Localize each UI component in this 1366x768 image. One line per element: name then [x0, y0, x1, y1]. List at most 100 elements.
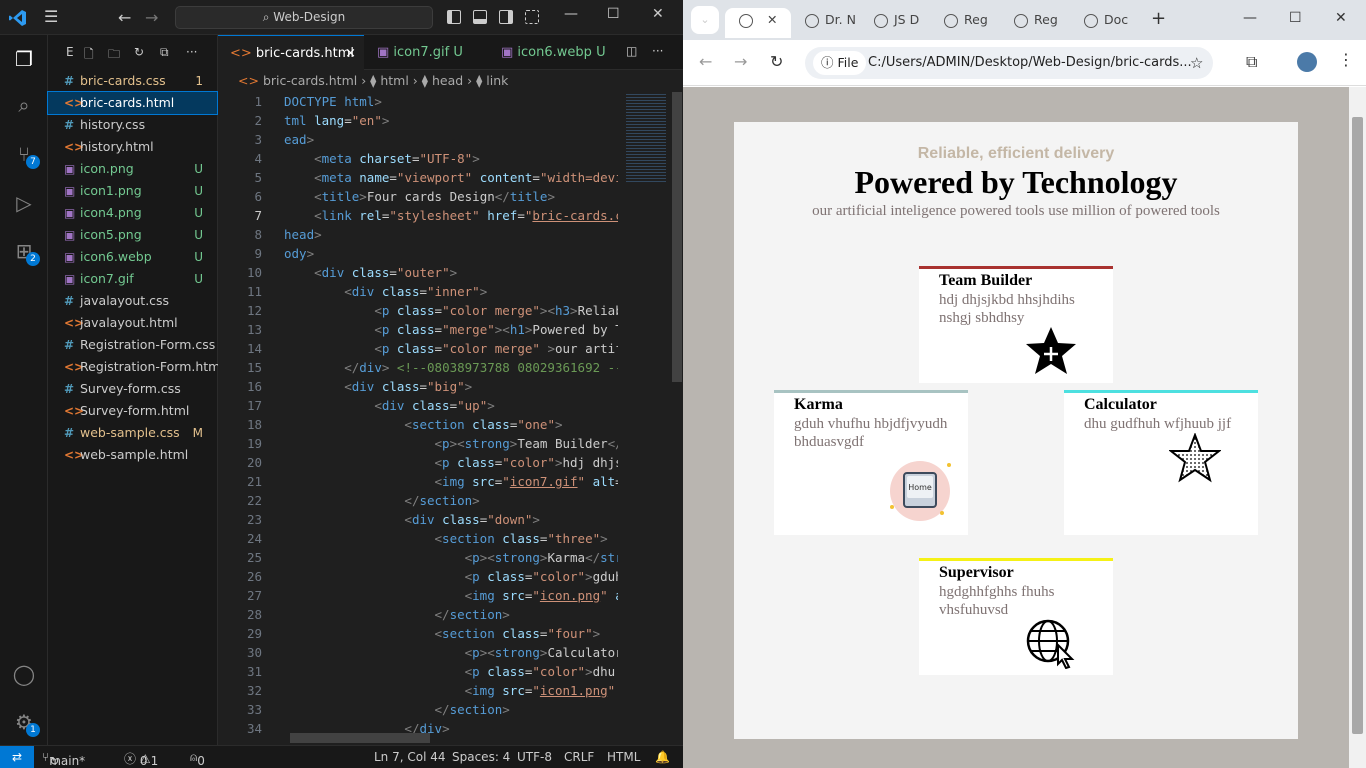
more-actions-icon[interactable]: ···	[186, 45, 197, 59]
ports-indicator[interactable]: ⍝ 0	[190, 750, 205, 768]
breadcrumb: <> bric-cards.html › ⧫ html › ⧫ head › ⧫…	[238, 73, 509, 88]
address-bar[interactable]: ⓘ File C:/Users/ADMIN/Desktop/Web-Design…	[805, 47, 1213, 79]
reload-icon[interactable]: ↻	[770, 52, 783, 71]
file-item[interactable]: ▣ icon6.webp U	[48, 246, 217, 268]
maximize-icon[interactable]: ☐	[1289, 10, 1302, 26]
notifications-bell-icon[interactable]: 🔔	[655, 750, 670, 764]
file-item[interactable]: # Registration-Form.css	[48, 334, 217, 356]
cursor-position[interactable]: Ln 7, Col 44	[374, 750, 446, 764]
globe-icon	[1014, 13, 1028, 28]
file-item[interactable]: ▣ icon1.png U	[48, 180, 217, 202]
menu-icon[interactable]: ☰	[44, 9, 64, 25]
file-item[interactable]: <>bric-cards.html	[47, 91, 218, 115]
breadcrumb-html[interactable]: html	[380, 73, 408, 88]
new-tab-icon[interactable]: +	[1151, 8, 1166, 29]
browser-tab-4[interactable]: Reg	[1014, 8, 1058, 38]
file-item[interactable]: ▣ icon.png U	[48, 158, 217, 180]
file-item[interactable]: ▣ icon4.png U	[48, 202, 217, 224]
minimize-icon[interactable]: —	[564, 6, 578, 22]
tab-close-icon[interactable]: ×	[345, 36, 356, 71]
breadcrumb-file[interactable]: bric-cards.html	[263, 73, 357, 88]
file-item[interactable]: <>web-sample.html	[48, 444, 217, 466]
source-control-icon[interactable]: ⑂ 7	[12, 142, 40, 169]
tab-icon7-gif[interactable]: ▣ icon7.gif U	[365, 35, 487, 70]
file-name: web-sample.css	[80, 425, 180, 440]
minimize-icon[interactable]: —	[1243, 10, 1257, 26]
run-debug-icon[interactable]: ▷	[12, 191, 36, 215]
file-item[interactable]: # history.css	[48, 114, 217, 136]
explorer-title: E	[66, 45, 74, 59]
file-item[interactable]: # bric-cards.css 1	[48, 70, 217, 92]
code-line: <meta charset="UTF-8">	[314, 151, 480, 166]
refresh-icon[interactable]: ↻	[134, 45, 144, 59]
maximize-icon[interactable]: ☐	[607, 6, 620, 22]
back-arrow-icon[interactable]: ←	[699, 52, 712, 71]
file-name: web-sample.html	[80, 447, 189, 462]
encoding[interactable]: UTF-8	[517, 750, 552, 764]
file-item[interactable]: <>history.html	[48, 136, 217, 158]
back-arrow-icon[interactable]: ←	[118, 8, 131, 27]
breadcrumb-head[interactable]: head	[432, 73, 463, 88]
extensions-puzzle-icon[interactable]: ⧉	[1246, 52, 1257, 72]
tab-bric-cards-html[interactable]: <> bric-cards.html ×	[218, 35, 364, 70]
accounts-icon[interactable]: ◯	[12, 662, 36, 686]
forward-arrow-icon[interactable]: →	[734, 52, 747, 71]
tab-close-icon[interactable]: ✕	[767, 8, 777, 32]
toggle-panel-icon[interactable]	[473, 10, 487, 24]
explorer-icon[interactable]: ❐	[12, 47, 36, 71]
line-number: 22	[246, 493, 262, 508]
editor-more-icon[interactable]: ···	[652, 44, 663, 58]
webpage-container: Reliable, efficient delivery Powered by …	[734, 122, 1298, 739]
browser-scrollbar-thumb[interactable]	[1352, 117, 1363, 734]
file-item[interactable]: # javalayout.css	[48, 290, 217, 312]
new-folder-icon[interactable]: 🗀	[108, 45, 120, 66]
extensions-icon[interactable]: ⊞ 2	[12, 239, 40, 266]
line-endings[interactable]: CRLF	[564, 750, 594, 764]
settings-gear-icon[interactable]: ⚙ 1	[12, 710, 40, 737]
indentation[interactable]: Spaces: 4	[452, 750, 510, 764]
tab-search-icon[interactable]: ⌄	[691, 6, 719, 34]
customize-layout-icon[interactable]	[525, 10, 539, 24]
file-item[interactable]: ▣ icon5.png U	[48, 224, 217, 246]
toggle-sidebar-icon[interactable]	[447, 10, 461, 24]
close-window-icon[interactable]: ✕	[1335, 10, 1347, 26]
browser-tab-1[interactable]: Dr. N	[805, 8, 856, 38]
problems-indicator[interactable]: ⓧ 0 ⚠ 1	[124, 750, 158, 768]
profile-avatar[interactable]	[1297, 52, 1317, 72]
collapse-all-icon[interactable]: ⧉	[160, 45, 169, 60]
html-file-icon: <>	[64, 404, 85, 418]
file-item[interactable]: ▣ icon7.gif U	[48, 268, 217, 290]
language-mode[interactable]: HTML	[607, 750, 640, 764]
branch-indicator[interactable]: ⑂ main* ↻	[42, 750, 85, 768]
breadcrumb-link[interactable]: link	[486, 73, 508, 88]
file-item[interactable]: <>javalayout.html	[48, 312, 217, 334]
forward-arrow-icon[interactable]: →	[145, 8, 158, 27]
command-center-search[interactable]: ⌕ Web-Design	[175, 6, 433, 29]
tab-title: Dr. N	[825, 12, 856, 27]
file-status: U	[194, 250, 203, 264]
minimap[interactable]	[618, 92, 670, 745]
close-window-icon[interactable]: ✕	[652, 6, 664, 22]
browser-tab-5[interactable]: Doc	[1084, 8, 1128, 38]
active-tab[interactable]: ✕	[725, 8, 791, 38]
file-item[interactable]: # web-sample.css M	[48, 422, 217, 444]
site-info-chip[interactable]: ⓘ File	[813, 51, 867, 75]
remote-indicator-icon[interactable]: ⇄	[0, 746, 34, 768]
code-editor[interactable]: 1 DOCTYPE html> 2 tml lang="en"> 3 ead> 4 <met…	[218, 92, 618, 745]
search-icon[interactable]: ⌕	[12, 93, 36, 117]
chrome-menu-icon[interactable]: ⋮	[1338, 50, 1354, 69]
split-editor-icon[interactable]: ◫	[626, 44, 637, 58]
file-item[interactable]: <>Registration-Form.html	[48, 356, 224, 378]
bookmark-star-icon[interactable]: ☆	[1190, 47, 1203, 79]
file-item[interactable]: <>Survey-form.html	[48, 400, 217, 422]
vertical-scrollbar[interactable]	[670, 92, 683, 745]
toggle-secondary-sidebar-icon[interactable]	[499, 10, 513, 24]
browser-tab-3[interactable]: Reg	[944, 8, 988, 38]
file-item[interactable]: # Survey-form.css	[48, 378, 217, 400]
line-number: 19	[246, 436, 262, 451]
line-number: 33	[246, 702, 262, 717]
browser-tab-2[interactable]: JS D	[874, 8, 919, 38]
horizontal-scrollbar[interactable]	[290, 733, 430, 743]
new-file-icon[interactable]: 🗋	[84, 45, 94, 66]
tab-icon6-webp[interactable]: ▣ icon6.webp U	[489, 35, 615, 70]
